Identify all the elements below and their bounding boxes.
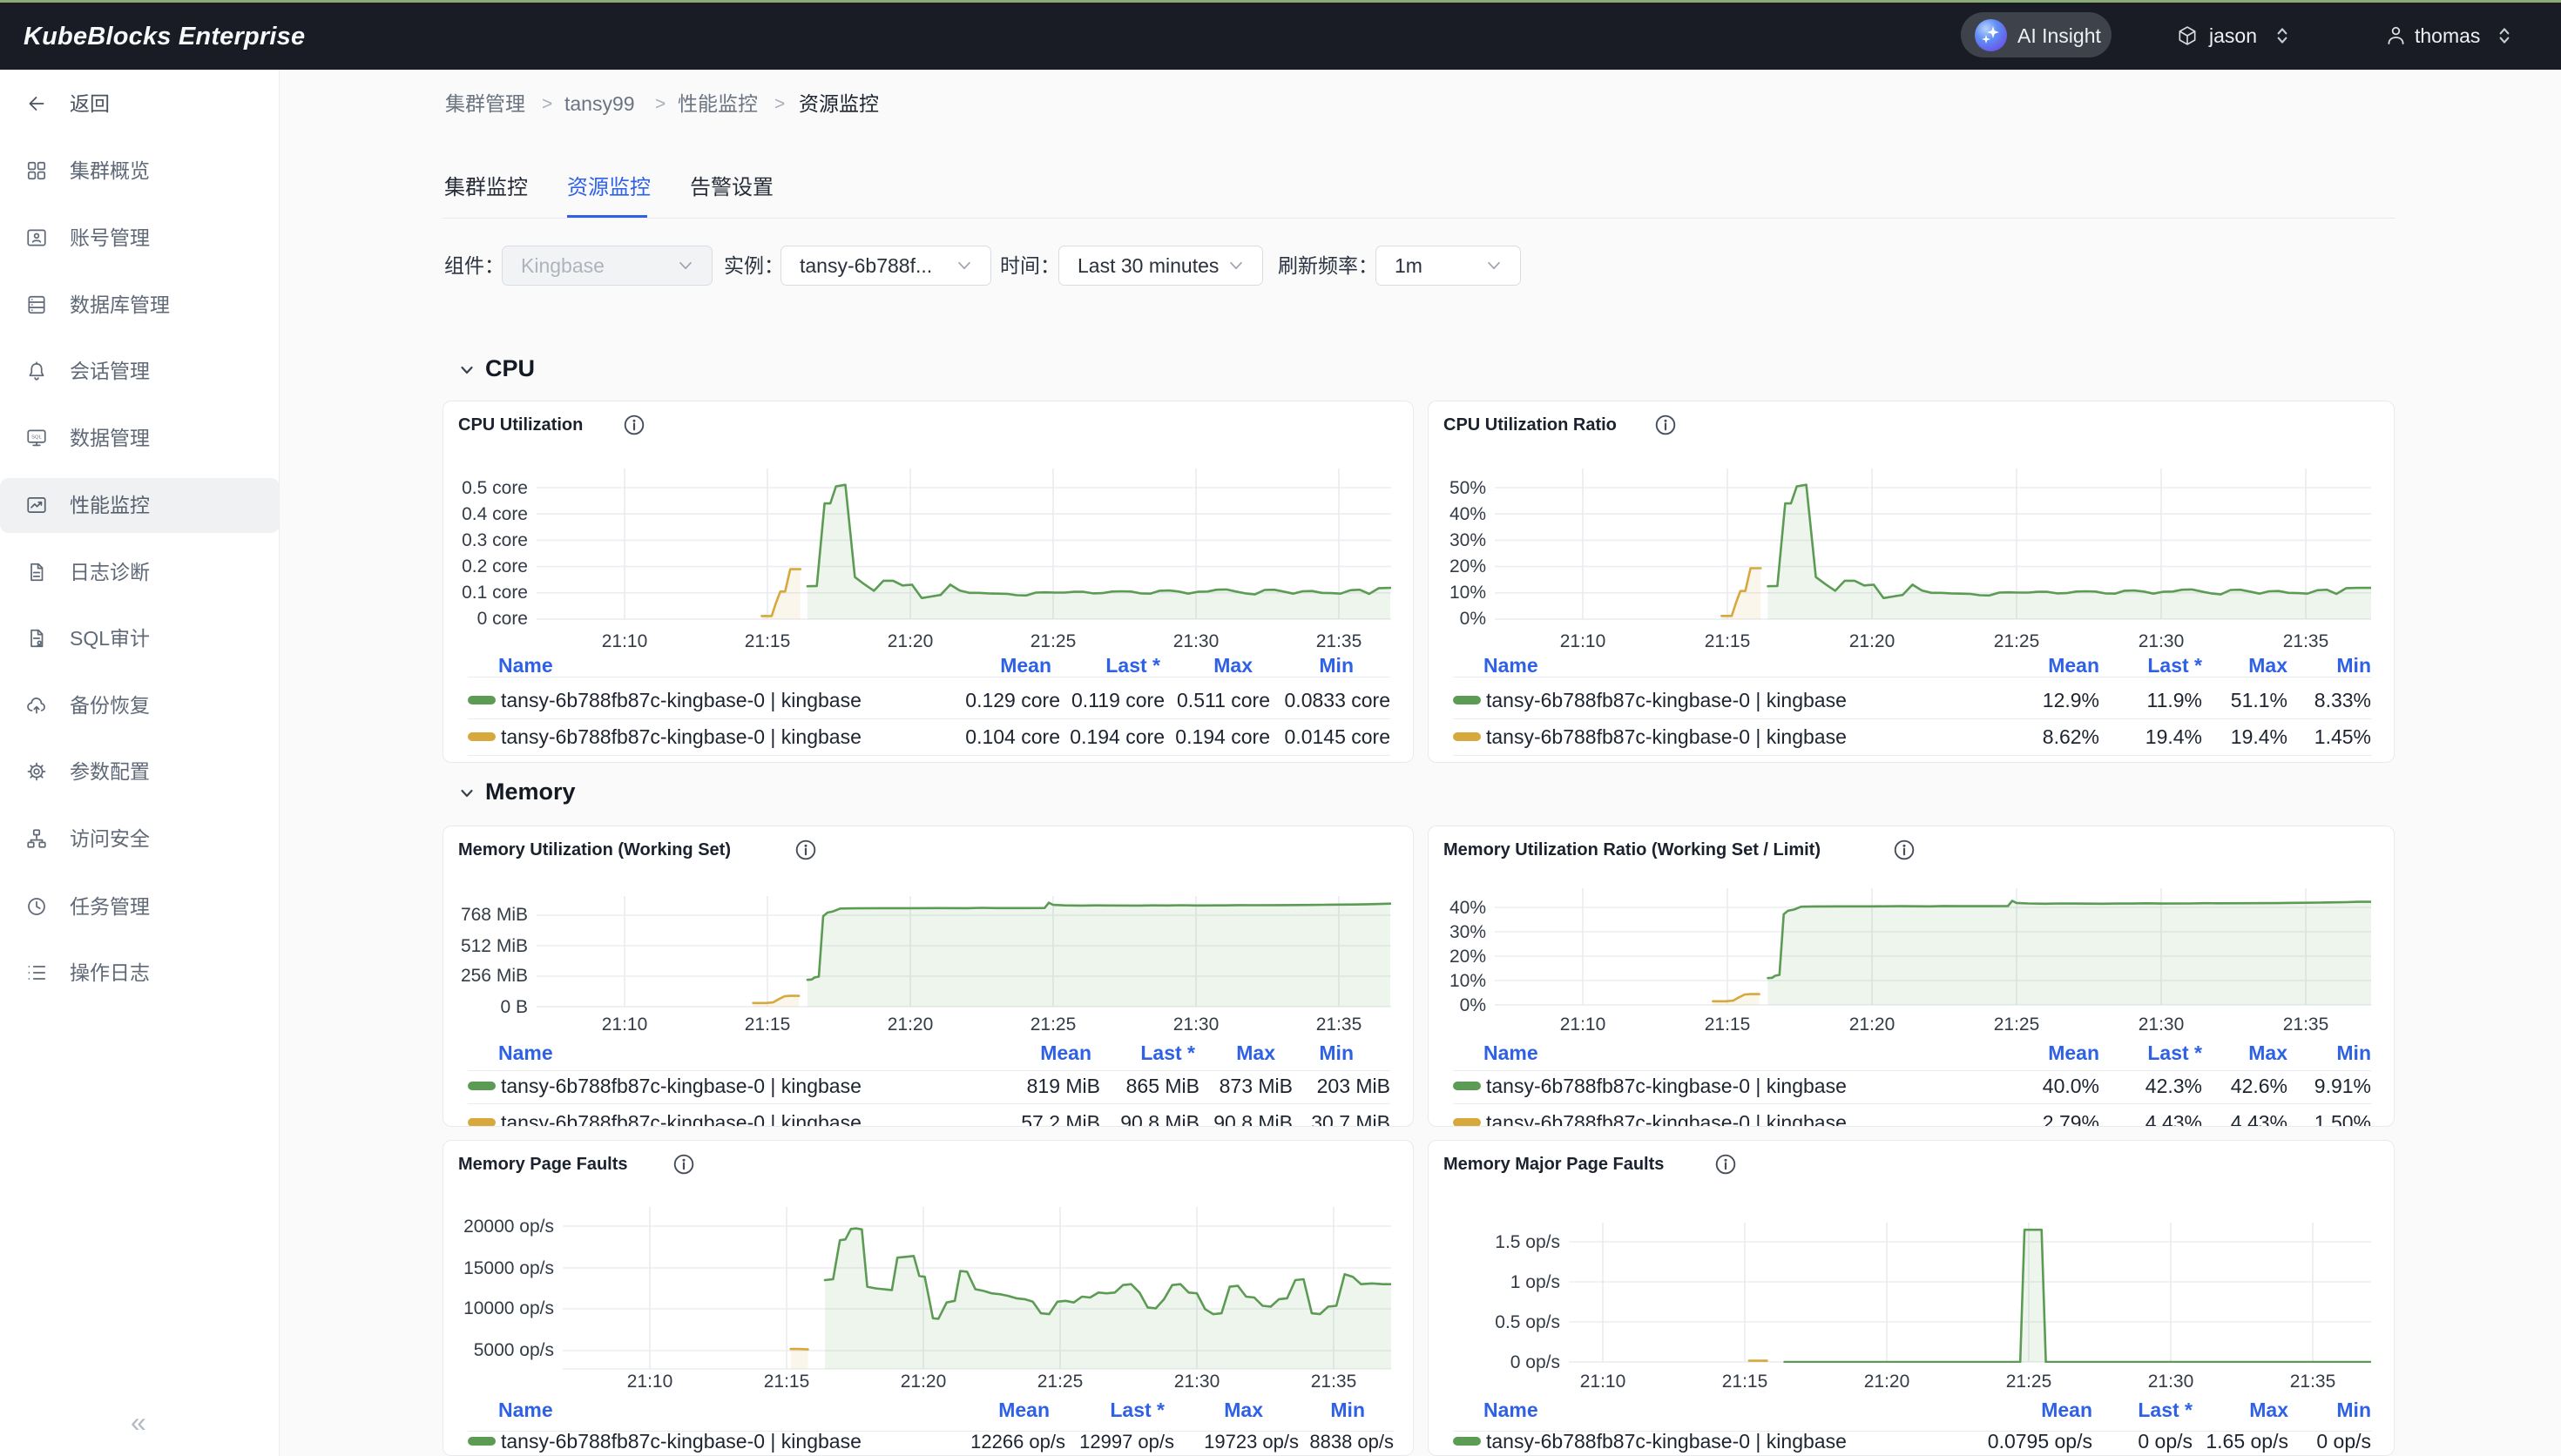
svg-text:SQL: SQL bbox=[31, 435, 42, 440]
